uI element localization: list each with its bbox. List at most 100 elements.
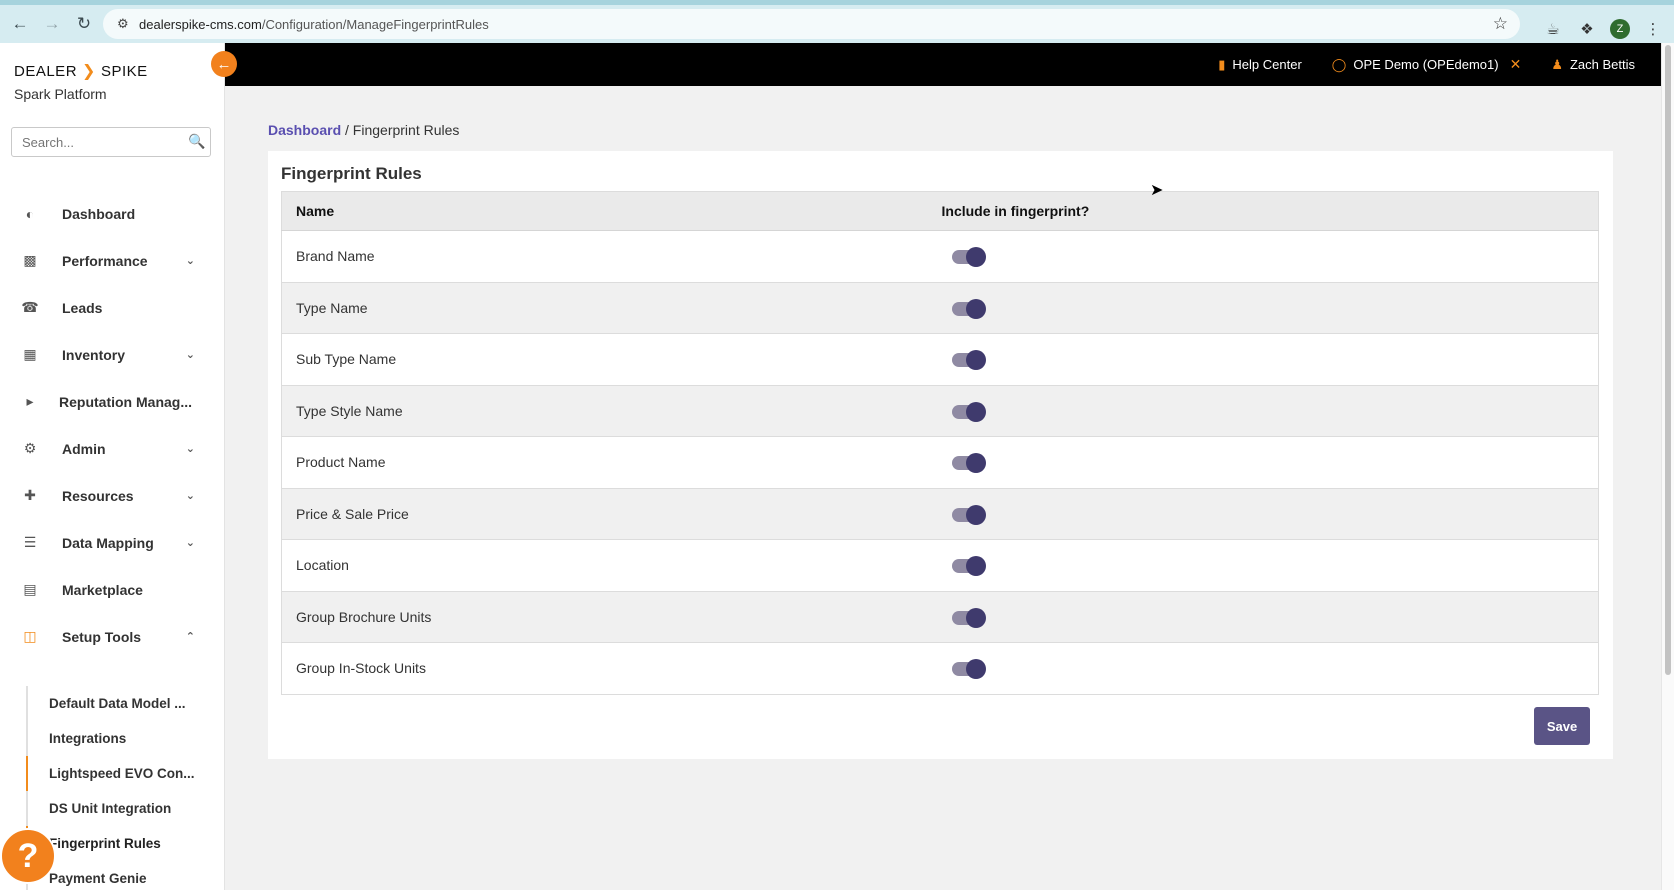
sidebar-item-label: Reputation Manag... [59, 393, 192, 410]
include-toggle[interactable] [951, 659, 986, 680]
back-arrow-icon[interactable]: ← [4, 8, 36, 40]
sidebar-item-admin[interactable]: ⚙ Admin ⌄ [0, 425, 224, 472]
forward-arrow-icon[interactable]: → [36, 8, 68, 40]
table-row: Group Brochure Units [281, 590, 1599, 643]
include-toggle[interactable] [951, 350, 986, 371]
sidebar-item-label: Data Mapping [62, 534, 154, 551]
chevron-down-icon: ⌄ [185, 490, 195, 502]
user-icon: ♟ [1551, 56, 1563, 72]
include-toggle[interactable] [951, 453, 986, 474]
bookmark-star-icon[interactable]: ☆ [1493, 14, 1508, 34]
breadcrumb: Dashboard / Fingerprint Rules [268, 122, 460, 138]
include-toggle[interactable] [951, 607, 986, 628]
sidebar-item-resources[interactable]: ✚ Resources ⌄ [0, 472, 224, 519]
sidebar-item-dashboard[interactable]: ◐ Dashboard [0, 190, 224, 237]
breadcrumb-current: Fingerprint Rules [352, 122, 460, 138]
subnav-item-ds-unit-integration[interactable]: DS Unit Integration [0, 791, 224, 826]
save-button[interactable]: Save [1534, 707, 1590, 745]
subnav-item-default-data-model[interactable]: Default Data Model ... [0, 686, 224, 721]
sidebar-item-label: Setup Tools [62, 628, 142, 645]
chat-bubble-icon: ▮ [1218, 56, 1226, 72]
table-row: Type Name [281, 281, 1599, 334]
rule-name: Type Style Name [281, 384, 942, 437]
site-settings-icon[interactable]: ⚙ [117, 16, 139, 32]
sidebar-nav: ◐ Dashboard ▩ Performance ⌄ ☎ Leads ▦ In… [0, 190, 224, 660]
top-bar: ▮ Help Center ◯ OPE Demo (OPEdemo1) ✕ ♟ … [225, 43, 1661, 86]
rule-name: Brand Name [281, 230, 942, 282]
rule-name: Group In-Stock Units [281, 642, 942, 694]
page-scrollbar[interactable] [1661, 43, 1674, 890]
column-header-include: Include in fingerprint? [941, 191, 1599, 231]
chevron-down-icon: ⌄ [185, 349, 195, 361]
sidebar-item-label: Inventory [62, 346, 126, 363]
table-row: Price & Sale Price [281, 487, 1599, 540]
include-toggle[interactable] [951, 401, 986, 422]
megaphone-icon: ▸ [26, 393, 34, 409]
database-icon: ☰ [23, 534, 37, 550]
fingerprint-rules-card: Fingerprint Rules Name Include in finger… [268, 151, 1613, 759]
search-icon[interactable]: 🔍 [188, 133, 205, 150]
sidebar-item-marketplace[interactable]: ▤ Marketplace [0, 566, 224, 613]
scrollbar-thumb[interactable] [1665, 45, 1671, 675]
sidebar-item-label: Admin [62, 440, 106, 457]
dealer-spike-logo[interactable]: DEALER ❯ SPIKE Spark Platform [14, 61, 148, 103]
chevron-down-icon: ⌄ [185, 255, 195, 267]
user-menu[interactable]: ♟ Zach Bettis [1551, 57, 1635, 73]
help-question-button[interactable]: ? [0, 828, 56, 884]
extensions-puzzle-icon[interactable]: ❖ [1576, 18, 1598, 40]
basket-icon: ▤ [23, 581, 37, 597]
include-toggle[interactable] [951, 247, 986, 268]
table-row: Type Style Name [281, 384, 1599, 437]
reload-icon[interactable]: ↻ [68, 8, 100, 40]
chevron-down-icon: ⌄ [185, 537, 195, 549]
sidebar-item-leads[interactable]: ☎ Leads [0, 284, 224, 331]
logo-subtitle: Spark Platform [14, 86, 107, 102]
browser-toolbar: ← → ↻ ⚙ dealerspike-cms.com/Configuratio… [0, 5, 1674, 43]
sidebar-item-inventory[interactable]: ▦ Inventory ⌄ [0, 331, 224, 378]
sidebar-item-performance[interactable]: ▩ Performance ⌄ [0, 237, 224, 284]
help-center-link[interactable]: ▮ Help Center [1218, 57, 1302, 73]
sidebar-search-input[interactable] [11, 127, 211, 157]
sidebar-item-data-mapping[interactable]: ☰ Data Mapping ⌄ [0, 519, 224, 566]
breadcrumb-dashboard-link[interactable]: Dashboard [268, 122, 341, 138]
include-toggle[interactable] [951, 556, 986, 577]
sidebar-item-label: Leads [62, 299, 103, 316]
sidebar-item-label: Dashboard [62, 205, 136, 222]
coffee-extension-icon[interactable]: ☕ [1542, 18, 1564, 40]
chevron-up-icon: ⌃ [185, 631, 195, 643]
table-row: Product Name [281, 436, 1599, 488]
browser-menu-icon[interactable]: ⋮ [1642, 18, 1664, 40]
sidebar-item-label: Performance [62, 252, 148, 269]
cubes-icon: ▦ [23, 346, 37, 362]
table-row: Group In-Stock Units [281, 642, 1599, 694]
globe-icon: ◯ [1331, 56, 1347, 72]
fingerprint-rules-table: Name Include in fingerprint? Brand Name … [281, 191, 1599, 695]
rule-name: Product Name [281, 436, 942, 488]
gauge-icon: ◐ [25, 205, 35, 222]
sidebar-item-reputation[interactable]: ▸ Reputation Manag... [0, 378, 224, 425]
include-toggle[interactable] [951, 504, 986, 525]
close-icon[interactable]: ✕ [1510, 56, 1522, 73]
sidebar-item-label: Resources [62, 487, 134, 504]
rule-name: Sub Type Name [281, 333, 942, 385]
url-text: dealerspike-cms.com/Configuration/Manage… [139, 16, 489, 32]
mouse-cursor-icon: ➤ [1150, 182, 1164, 199]
column-header-name: Name [281, 191, 942, 231]
table-row: Brand Name [281, 230, 1599, 282]
main-content: Dashboard / Fingerprint Rules Fingerprin… [225, 86, 1661, 890]
rule-name: Group Brochure Units [281, 590, 942, 643]
collapse-sidebar-button[interactable]: ← [211, 51, 237, 77]
subnav-item-lightspeed-evo[interactable]: Lightspeed EVO Con... [0, 756, 224, 791]
columns-icon: ◫ [23, 628, 37, 644]
account-selector[interactable]: ◯ OPE Demo (OPEdemo1) ✕ [1332, 56, 1522, 73]
sidebar: DEALER❯SPIKE Spark Platform 🔍 ◐ Dashboar… [0, 43, 225, 890]
table-row: Sub Type Name [281, 333, 1599, 385]
sidebar-item-setup-tools[interactable]: ◫ Setup Tools ⌃ [0, 613, 224, 660]
include-toggle[interactable] [951, 298, 986, 319]
subnav-item-integrations[interactable]: Integrations [0, 721, 224, 756]
address-bar[interactable]: ⚙ dealerspike-cms.com/Configuration/Mana… [103, 9, 1520, 39]
table-row: Location [281, 539, 1599, 591]
cogs-icon: ⚙ [23, 440, 37, 456]
wrench-icon: ✚ [24, 487, 36, 503]
profile-avatar[interactable]: Z [1610, 19, 1630, 39]
